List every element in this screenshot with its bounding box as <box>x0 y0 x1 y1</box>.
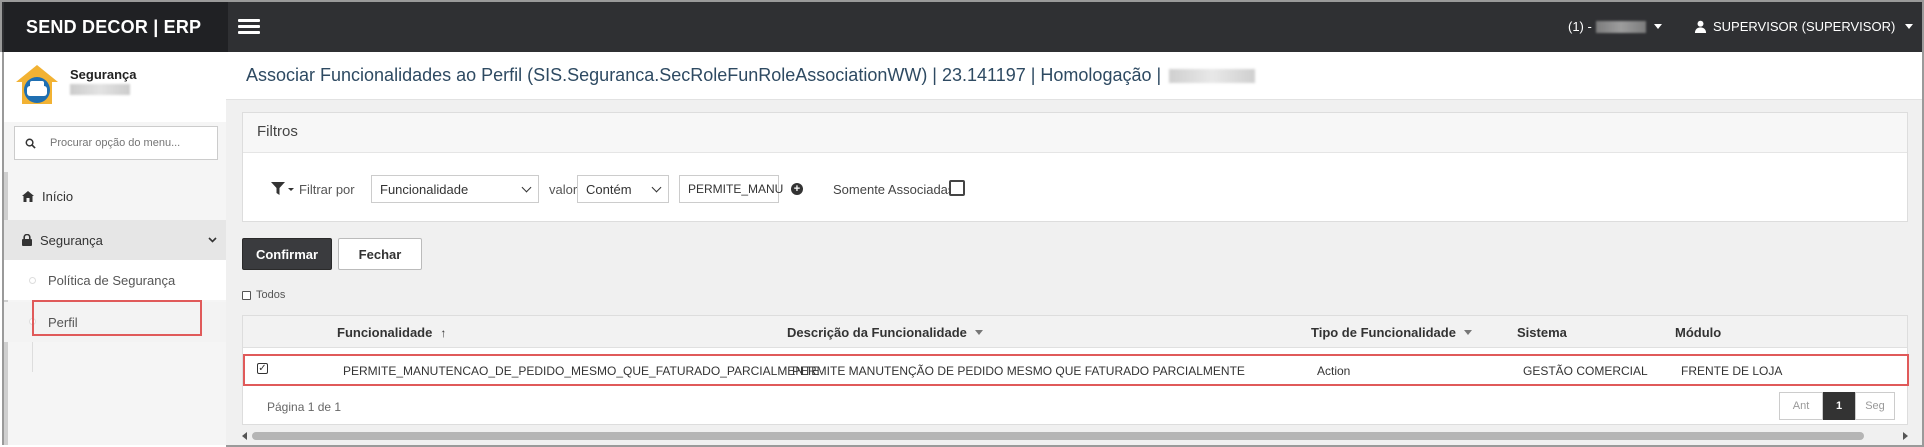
scroll-right-icon[interactable] <box>1903 432 1908 440</box>
page-title-text: Associar Funcionalidades ao Perfil (SIS.… <box>246 65 1162 85</box>
main-content: Associar Funcionalidades ao Perfil (SIS.… <box>226 52 1924 447</box>
current-page-button[interactable]: 1 <box>1823 392 1855 420</box>
page-title: Associar Funcionalidades ao Perfil (SIS.… <box>246 65 1256 86</box>
sidebar-item-label: Início <box>42 188 74 204</box>
tree-node-dot <box>29 277 36 284</box>
confirm-button[interactable]: Confirmar <box>242 238 332 270</box>
filter-funnel-icon[interactable] <box>271 182 295 196</box>
cell-tipo: Action <box>1317 364 1351 378</box>
column-header-funcionalidade[interactable]: Funcionalidade ↑ <box>337 325 446 340</box>
environment-redacted <box>1169 68 1256 83</box>
sidebar-subitem-politica-seguranca[interactable]: Política de Segurança <box>4 260 228 300</box>
column-header-label: Funcionalidade <box>337 325 433 340</box>
table-row[interactable]: ✓ PERMITE_MANUTENCAO_DE_PEDIDO_MESMO_QUE… <box>243 354 1909 386</box>
select-all[interactable]: Todos <box>242 289 285 301</box>
cell-sistema: GESTÃO COMERCIAL <box>1523 364 1648 378</box>
only-associated-label: Somente Associadas <box>833 182 955 197</box>
operator-select[interactable]: Contém <box>577 175 669 203</box>
grid-header: Funcionalidade ↑ Descrição da Funcionali… <box>243 316 1907 348</box>
select-all-label: Todos <box>256 289 286 301</box>
sidebar-search[interactable] <box>14 126 218 160</box>
user-menu[interactable]: SUPERVISOR (SUPERVISOR) <box>1694 19 1914 34</box>
sidebar-search-input[interactable] <box>50 137 200 149</box>
module-title: Segurança <box>70 67 137 82</box>
filter-value-text: PERMITE_MANU <box>688 182 784 196</box>
column-header-label: Descrição da Funcionalidade <box>787 325 967 340</box>
close-button[interactable]: Fechar <box>338 238 422 270</box>
sidebar-item-inicio[interactable]: Início <box>4 176 228 216</box>
page-header: Associar Funcionalidades ao Perfil (SIS.… <box>226 52 1922 100</box>
horizontal-scrollbar[interactable] <box>242 430 1908 442</box>
cell-funcionalidade: PERMITE_MANUTENCAO_DE_PEDIDO_MESMO_QUE_F… <box>343 364 820 378</box>
column-header-label: Tipo de Funcionalidade <box>1311 325 1456 340</box>
scroll-left-icon[interactable] <box>242 432 247 440</box>
home-icon <box>22 190 34 202</box>
sort-dropdown-icon <box>1463 330 1472 335</box>
module-subtitle-redacted <box>70 84 130 95</box>
column-header-sistema[interactable]: Sistema <box>1517 325 1567 340</box>
cell-descricao: PERMITE MANUTENÇÃO DE PEDIDO MESMO QUE F… <box>792 364 1245 378</box>
add-filter-icon[interactable]: + <box>791 183 803 195</box>
sidebar-subitem-label: Política de Segurança <box>48 272 176 288</box>
caret-down-icon <box>1905 24 1914 29</box>
column-header-modulo[interactable]: Módulo <box>1675 325 1721 340</box>
filter-value-input[interactable]: PERMITE_MANU <box>679 175 783 203</box>
pagination: Ant 1 Seg <box>1779 392 1895 420</box>
filters-heading: Filtros <box>243 113 1907 153</box>
results-grid: Funcionalidade ↑ Descrição da Funcionali… <box>242 315 1909 425</box>
sort-ascending-icon: ↑ <box>440 325 447 340</box>
chevron-down-icon <box>521 182 532 192</box>
select-all-checkbox[interactable] <box>242 290 251 300</box>
module-logo-icon <box>16 65 58 104</box>
caret-down-icon <box>1653 24 1662 29</box>
company-name-redacted <box>1595 20 1646 33</box>
sidebar-header: Segurança <box>4 52 226 122</box>
chevron-down-icon <box>651 182 662 192</box>
filter-row: Filtrar por Funcionalidade valor Contém … <box>243 175 1907 205</box>
sidebar-item-label: Segurança <box>40 232 103 248</box>
value-label: valor <box>549 182 578 197</box>
row-checkbox-checked[interactable]: ✓ <box>257 363 268 374</box>
filters-panel: Filtros Filtrar por Funcionalidade valor… <box>242 112 1908 222</box>
pagination-text: Página 1 de 1 <box>267 400 342 414</box>
chevron-down-icon <box>208 237 217 243</box>
column-header-descricao[interactable]: Descrição da Funcionalidade <box>787 325 983 340</box>
column-header-label: Módulo <box>1675 325 1722 340</box>
only-associated-checkbox[interactable] <box>949 180 965 196</box>
top-navbar: SEND DECOR | ERP (1) - SUPERVISOR (SUPER… <box>0 0 1924 52</box>
sort-dropdown-icon <box>974 330 983 335</box>
user-icon <box>1694 20 1707 33</box>
prev-page-button[interactable]: Ant <box>1779 392 1823 420</box>
company-prefix: (1) - <box>1568 19 1592 34</box>
search-icon <box>25 138 36 149</box>
company-selector[interactable]: (1) - <box>1568 19 1662 34</box>
filter-field-select[interactable]: Funcionalidade <box>371 175 539 203</box>
filter-by-label: Filtrar por <box>299 182 355 197</box>
scrollbar-thumb[interactable] <box>252 432 1864 440</box>
sidebar: Segurança Início Segurança Política de S… <box>2 52 228 445</box>
operator-value: Contém <box>586 181 632 197</box>
selection-highlight <box>32 300 202 336</box>
column-header-label: Sistema <box>1517 325 1567 340</box>
column-header-tipo[interactable]: Tipo de Funcionalidade <box>1311 325 1472 340</box>
next-page-button[interactable]: Seg <box>1855 392 1895 420</box>
lock-icon <box>22 234 32 246</box>
filter-field-value: Funcionalidade <box>380 181 469 197</box>
cell-modulo: FRENTE DE LOJA <box>1681 364 1783 378</box>
brand-logo[interactable]: SEND DECOR | ERP <box>4 2 228 52</box>
hamburger-menu-icon[interactable] <box>238 19 260 35</box>
user-label: SUPERVISOR (SUPERVISOR) <box>1713 19 1896 34</box>
sidebar-item-seguranca[interactable]: Segurança <box>4 220 228 260</box>
